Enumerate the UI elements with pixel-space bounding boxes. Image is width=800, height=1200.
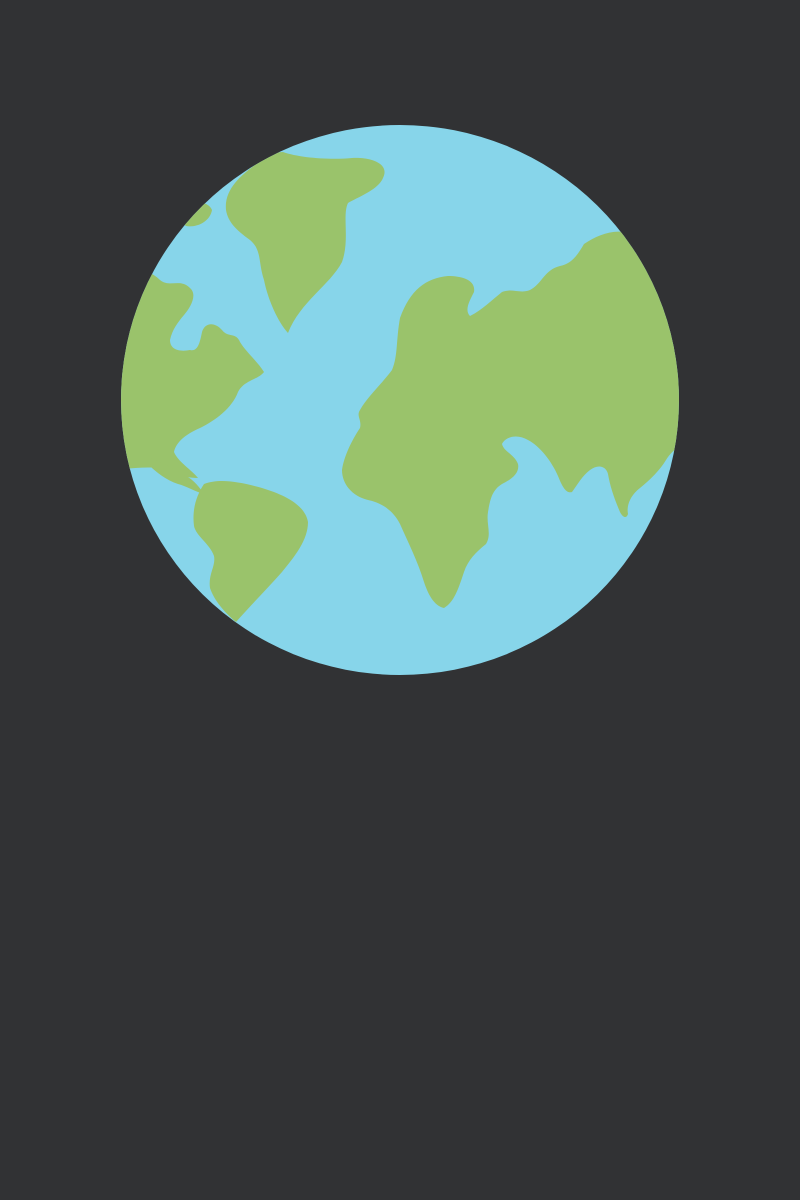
globe-icon [120, 124, 680, 676]
screen [0, 0, 800, 1200]
